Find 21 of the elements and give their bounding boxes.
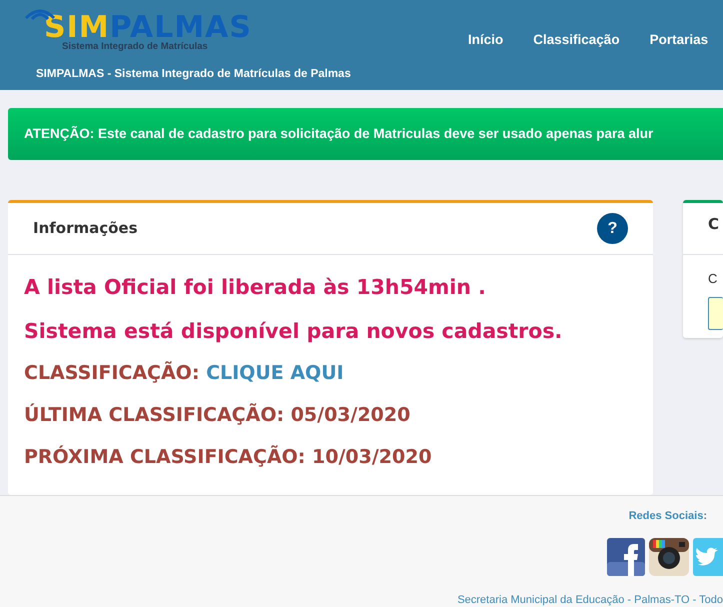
camera-icon[interactable] xyxy=(649,538,689,576)
nav-link[interactable]: Início xyxy=(468,30,504,90)
logo-tagline: Sistema Integrado de Matrículas xyxy=(62,42,209,52)
info-text: ÚLTIMA CLASSIFICAÇÃO: 05/03/2020 xyxy=(24,404,412,427)
notice-text: A lista Oficial foi liberada às 13h54min . xyxy=(24,275,487,300)
facebook-icon[interactable] xyxy=(607,538,645,576)
classification-link[interactable]: CLIQUE AQUI xyxy=(206,362,344,385)
info-label: CLASSIFICAÇÃO: xyxy=(24,362,200,385)
nav-link[interactable]: Portarias xyxy=(650,30,708,90)
card-title: Informações xyxy=(33,218,138,240)
input-field[interactable] xyxy=(708,296,723,330)
social-heading: Redes Sociais: xyxy=(628,509,707,524)
site-subtitle: SIMPALMAS - Sistema Integrado de Matrículas de Palmas xyxy=(36,67,352,82)
notice-text: Sistema está disponível para novos cadastros. xyxy=(24,318,564,344)
nav-link[interactable]: Classificação xyxy=(533,30,620,90)
info-text: PRÓXIMA CLASSIFICAÇÃO: 10/03/2020 xyxy=(24,446,433,469)
alert-banner: ATENÇÃO: Este canal de cadastro para solicitação de Matriculas deve ser usado apenas para alur xyxy=(8,108,723,160)
card-title: C xyxy=(708,215,720,233)
footer-credit: Secretaria Municipal da Educação - Palmas-TO - Todo xyxy=(456,592,723,607)
help-button[interactable]: ? xyxy=(597,213,628,244)
field-label: C xyxy=(708,270,718,288)
